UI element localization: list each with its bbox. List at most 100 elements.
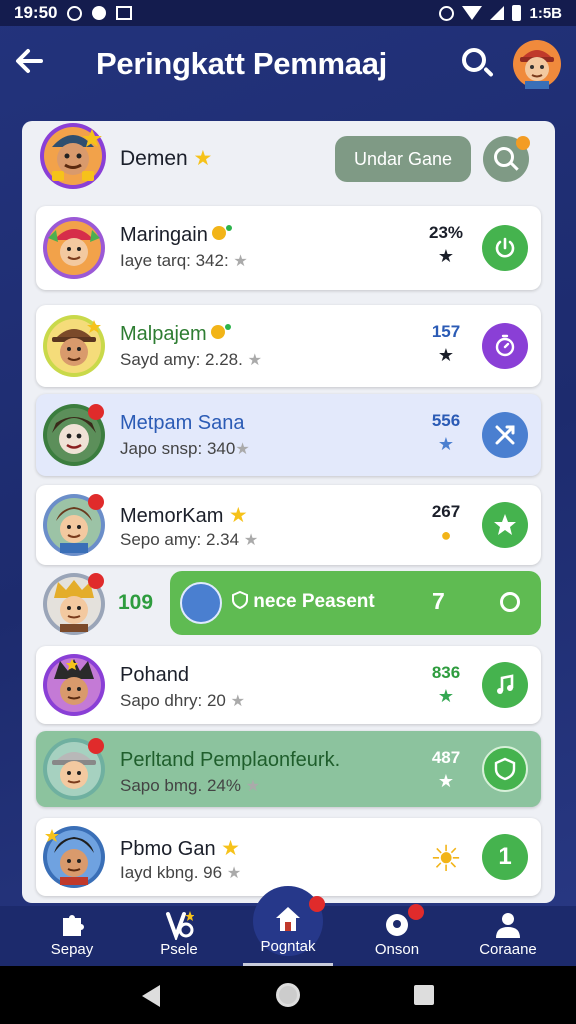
search-icon[interactable]	[500, 592, 520, 612]
current-rank-label: nece Peasent	[232, 590, 375, 613]
search-button[interactable]	[458, 44, 498, 84]
star-icon: ★	[437, 686, 455, 706]
star-icon: ★	[226, 865, 242, 882]
nav-item-psele[interactable]: Psele	[124, 906, 234, 966]
player-name: Maringain	[120, 224, 232, 247]
profile-avatar[interactable]	[512, 39, 562, 89]
nav-item-sepay[interactable]: Sepay	[17, 906, 127, 966]
swap-button[interactable]	[482, 412, 528, 458]
avatar	[43, 404, 105, 466]
timer-button[interactable]	[482, 323, 528, 369]
home-nav-icon[interactable]	[276, 983, 300, 1007]
player-name: MemorKam ★	[120, 504, 248, 527]
notification-dot	[408, 904, 424, 920]
star-icon: ★	[230, 693, 245, 710]
player-name: Perltand Pemplaonfeurk.	[120, 749, 341, 771]
current-rank: 109	[118, 591, 154, 614]
versus-icon	[166, 911, 194, 940]
search-players-button[interactable]	[483, 136, 530, 182]
player-card[interactable]: Pohand Sapo dhry: 20 ★ 836 ★	[36, 646, 541, 724]
player-score: 836	[431, 663, 461, 682]
star-icon: ★	[243, 532, 259, 549]
location-icon	[92, 6, 107, 20]
avatar	[43, 654, 105, 716]
player-card[interactable]: Maringain Iaye tarq: 342: ★ 23% ★	[36, 206, 541, 290]
star-icon: ★	[235, 441, 250, 458]
star-icon: ★	[193, 147, 213, 170]
under-game-button[interactable]: Undar Gane	[335, 136, 471, 182]
player-score: 556	[431, 411, 461, 430]
avatar	[43, 494, 105, 556]
leaderboard-panel: Demen ★ Undar Gane Maringain Iaye tarq: …	[22, 121, 555, 903]
arrow-left-icon	[16, 49, 43, 73]
status-right-time: 1:5B	[529, 4, 562, 22]
star-icon: ★	[233, 253, 248, 270]
star-icon: ★	[247, 352, 262, 369]
sync-icon	[439, 5, 455, 21]
page-title: Peringkatt Pemmaaj	[96, 46, 387, 81]
player-stats: Iayd kbng. 96 ★	[120, 863, 242, 882]
star-icon: ★	[437, 345, 455, 365]
shield-button[interactable]	[482, 746, 528, 792]
shield-icon	[494, 757, 516, 781]
music-icon	[497, 674, 514, 694]
mascot-icon	[180, 582, 222, 624]
player-name: Pohand	[120, 664, 189, 686]
star-button[interactable]	[482, 502, 528, 548]
player-name: Metpam Sana	[120, 412, 245, 434]
player-stats: Japo snsp: 340★	[120, 439, 250, 458]
back-nav-icon[interactable]	[142, 985, 160, 1007]
one-icon: 1	[498, 843, 512, 870]
power-button[interactable]	[482, 225, 528, 271]
nav-item-onson[interactable]: Onson	[342, 904, 452, 966]
profile-icon	[496, 913, 520, 938]
image-icon	[116, 6, 133, 20]
recents-nav-icon[interactable]	[414, 985, 434, 1005]
player-card[interactable]: Malpajem Sayd amy: 2.28. ★ 157 ★	[36, 305, 541, 387]
signal-icon	[490, 6, 505, 20]
star-icon: ★	[437, 771, 455, 791]
star-icon: ★	[437, 434, 455, 454]
player-score: 157	[431, 322, 461, 341]
wifi-icon	[462, 6, 483, 20]
alarm-icon	[67, 5, 83, 21]
home-icon	[276, 907, 300, 931]
avatar	[43, 573, 105, 635]
player-card[interactable]: Metpam Sana Japo snsp: 340★ 556 ★	[36, 394, 541, 476]
current-player-row: Demen ★ Undar Gane	[22, 121, 555, 201]
current-rank-points: 7	[432, 588, 445, 614]
player-score: 23%	[428, 223, 464, 242]
player-card[interactable]: MemorKam ★ Sepo amy: 2.34 ★ 267 ●	[36, 485, 541, 565]
app-bar: Peringkatt Pemmaaj	[0, 26, 576, 102]
timer-icon	[495, 334, 515, 357]
nav-item-pogntak[interactable]: Pogntak	[233, 886, 343, 966]
star-icon: ★	[228, 504, 248, 527]
player-card[interactable]: Perltand Pemplaonfeurk. Sapo bmg. 24% ★ …	[36, 731, 541, 807]
player-stats: Sepo amy: 2.34 ★	[120, 530, 259, 549]
player-stats: Sapo bmg. 24% ★	[120, 776, 261, 795]
avatar	[40, 123, 106, 189]
status-bar: 19:50 1:5B	[0, 0, 576, 26]
player-score: 267	[431, 502, 461, 521]
back-button[interactable]	[14, 46, 58, 82]
player-stats: Iaye tarq: 342: ★	[120, 251, 248, 270]
star-icon: ★	[245, 778, 261, 795]
player-stats: Sayd amy: 2.28. ★	[120, 350, 262, 369]
puzzle-icon	[63, 915, 84, 936]
rank-one-button[interactable]: 1	[482, 834, 528, 880]
music-button[interactable]	[482, 662, 528, 708]
nav-item-coraane[interactable]: Coraane	[453, 906, 563, 966]
battery-icon	[512, 5, 522, 21]
coin-icon	[211, 226, 226, 240]
player-card[interactable]: Pbmo Gan ★ Iayd kbng. 96 ★ ☀ 1	[36, 818, 541, 896]
coin-icon: ●	[440, 525, 452, 545]
avatar	[43, 217, 105, 279]
sun-icon: ☀	[429, 838, 463, 879]
player-stats: Sapo dhry: 20 ★	[120, 691, 245, 710]
star-icon: ★	[221, 837, 240, 860]
system-navigation	[0, 966, 576, 1024]
status-time: 19:50	[14, 3, 58, 22]
shield-icon	[232, 590, 248, 610]
avatar	[43, 826, 105, 888]
current-rank-bar[interactable]: nece Peasent 7	[170, 571, 541, 635]
